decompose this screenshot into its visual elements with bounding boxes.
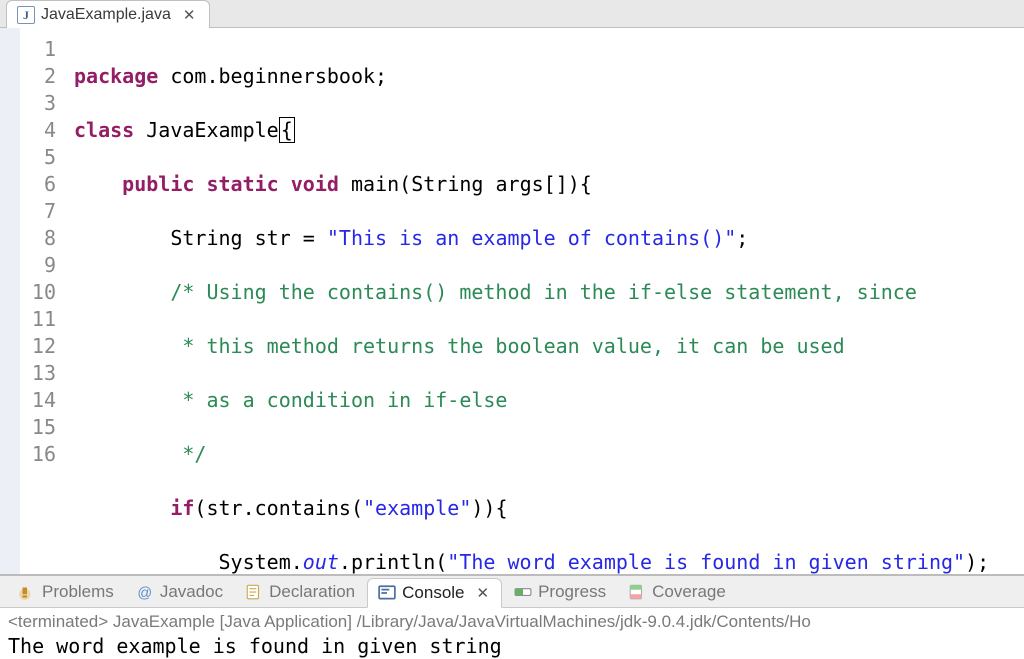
token-string: "This is an example of contains()" [327,226,736,250]
token-punct: (str.contains( [194,496,363,520]
problems-icon [18,583,36,601]
line-number: 9 [20,252,56,279]
svg-text:@: @ [137,586,152,601]
token-punct: )){ [471,496,507,520]
token-punct: ; [736,226,748,250]
view-tab-console[interactable]: Console ✕ [367,578,502,608]
javadoc-icon: @ [136,583,154,601]
editor-tab-javaexample[interactable]: J JavaExample.java ✕ [6,0,210,28]
view-tab-label: Console [402,583,464,603]
token-comment: */ [170,442,206,466]
line-number: 16 [20,441,56,468]
token-punct: ); [965,550,989,574]
token-static: out [303,550,339,574]
view-tab-label: Problems [42,582,114,602]
console-status: <terminated> JavaExample [Java Applicati… [8,612,1016,632]
editor-ruler [0,28,20,574]
token-keyword: public [122,172,194,196]
token-string: "The word example is found in given stri… [447,550,965,574]
token-package: com.beginnersbook [170,64,375,88]
token-ident: System. [219,550,303,574]
token-keyword: if [170,496,194,520]
editor-tabbar: J JavaExample.java ✕ [0,0,1024,28]
views-tabbar: Problems @ Javadoc Declaration Console ✕… [0,576,1024,608]
line-number: 8 [20,225,56,252]
view-tab-label: Declaration [269,582,355,602]
line-number: 7 [20,198,56,225]
progress-icon [514,583,532,601]
token-keyword: void [291,172,339,196]
line-number: 13 [20,360,56,387]
line-number: 5 [20,144,56,171]
line-number: 4 [20,117,56,144]
code-editor: 1 2 3 4 5 6 7 8 9 10 11 12 13 14 15 16 p… [0,28,1024,576]
token-comment: * as a condition in if-else [170,388,507,412]
token-var: str = [243,226,327,250]
view-tab-coverage[interactable]: Coverage [618,578,736,606]
line-number: 3 [20,90,56,117]
line-number: 12 [20,333,56,360]
token-keyword: static [206,172,278,196]
token-keyword: package [74,64,158,88]
view-tab-progress[interactable]: Progress [504,578,616,606]
token-type: String [170,226,242,250]
view-tab-javadoc[interactable]: @ Javadoc [126,578,233,606]
line-number: 11 [20,306,56,333]
line-number: 6 [20,171,56,198]
code-body[interactable]: package com.beginnersbook; class JavaExa… [66,28,1024,574]
view-tab-problems[interactable]: Problems [8,578,124,606]
console-icon [378,584,396,602]
token-comment: * this method returns the boolean value,… [170,334,844,358]
line-number: 1 [20,36,56,63]
line-number: 2 [20,63,56,90]
view-tab-label: Coverage [652,582,726,602]
view-tab-label: Javadoc [160,582,223,602]
close-icon[interactable]: ✕ [475,584,492,602]
token-comment: /* Using the contains() method in the if… [170,280,917,304]
token-keyword: class [74,118,134,142]
line-number: 15 [20,414,56,441]
token-ident: .println( [339,550,447,574]
line-number: 10 [20,279,56,306]
view-tab-label: Progress [538,582,606,602]
line-gutter: 1 2 3 4 5 6 7 8 9 10 11 12 13 14 15 16 [20,28,66,574]
coverage-icon [628,583,646,601]
view-tab-declaration[interactable]: Declaration [235,578,365,606]
editor-tab-label: JavaExample.java [41,6,171,24]
token-string: "example" [363,496,471,520]
console-output: The word example is found in given strin… [8,632,1016,658]
console-view: <terminated> JavaExample [Java Applicati… [0,608,1024,659]
token-punct: ; [375,64,387,88]
token-signature: (String args[]){ [399,172,592,196]
close-icon[interactable]: ✕ [181,6,198,24]
declaration-icon [245,583,263,601]
line-number: 14 [20,387,56,414]
java-file-icon: J [17,6,35,24]
token-method: main [351,172,399,196]
token-brace: { [279,117,295,143]
token-classname: JavaExample [146,118,278,142]
